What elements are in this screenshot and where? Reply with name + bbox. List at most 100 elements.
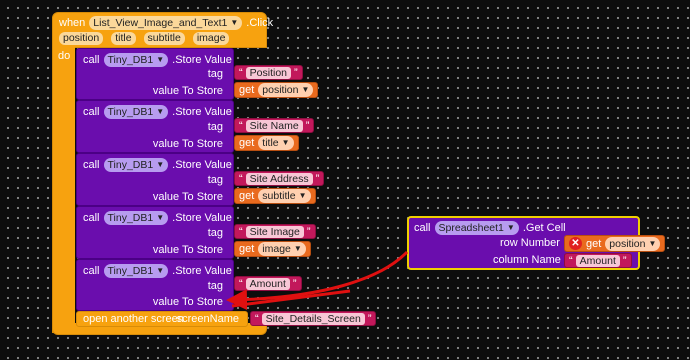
component-dropdown[interactable]: Tiny_DB1 ▼: [103, 105, 169, 119]
chevron-down-icon: ▼: [506, 223, 515, 232]
value-to-store-label: value To Store: [152, 191, 223, 203]
get-label: get: [239, 243, 255, 255]
value-to-store-label: value To Store: [152, 296, 223, 308]
variable-dropdown[interactable]: image ▼: [258, 242, 306, 256]
text-value[interactable]: Site Address: [245, 172, 313, 185]
annotation-arrow-line: [231, 289, 351, 308]
tag-label: tag: [207, 227, 223, 239]
call-label: call: [83, 106, 100, 118]
text-block-position[interactable]: “ Position ”: [234, 65, 303, 80]
text-block-amount[interactable]: “ Amount ”: [234, 276, 302, 291]
quote-icon: “: [239, 172, 243, 185]
method-label: .Store Value: [172, 106, 232, 118]
get-image-block[interactable]: get image ▼: [234, 241, 311, 257]
component-dropdown[interactable]: Tiny_DB1 ▼: [103, 211, 169, 225]
event-name: .Click: [246, 17, 274, 29]
quote-icon: “: [239, 66, 243, 79]
get-label: get: [586, 237, 602, 250]
chevron-down-icon: ▼: [156, 160, 165, 169]
screen-name-label: screenName: [176, 313, 239, 325]
get-position-block[interactable]: ✕ get position ▼: [564, 235, 666, 252]
when-label: when: [59, 17, 86, 29]
quote-icon: “: [239, 277, 243, 290]
store-value-block[interactable]: call Tiny_DB1 ▼ .Store Value tag value To…: [76, 153, 234, 206]
store-value-block[interactable]: call Tiny_DB1 ▼ .Store Value tag value To…: [76, 48, 234, 100]
do-label: do: [58, 50, 71, 62]
component-dropdown[interactable]: Tiny_DB1 ▼: [103, 264, 169, 278]
get-label: get: [239, 137, 255, 149]
text-value[interactable]: Position: [245, 66, 292, 79]
variable-dropdown[interactable]: title ▼: [258, 136, 294, 150]
text-block-screen-name[interactable]: “ Site_Details_Screen ”: [250, 311, 377, 326]
get-subtitle-block[interactable]: get subtitle ▼: [234, 188, 316, 204]
quote-icon: ”: [622, 254, 627, 267]
component-dropdown[interactable]: Tiny_DB1 ▼: [103, 158, 169, 172]
store-value-block[interactable]: call Tiny_DB1 ▼ .Store Value tag value To…: [76, 259, 234, 311]
param-image[interactable]: image: [192, 32, 230, 45]
method-label: .Store Value: [172, 212, 232, 224]
event-block-header[interactable]: when List_View_Image_and_Text1 ▼ .Click …: [52, 12, 273, 48]
column-name-label: column Name: [493, 254, 561, 266]
text-block-site-address[interactable]: “ Site Address ”: [234, 171, 325, 186]
variable-dropdown[interactable]: subtitle ▼: [258, 189, 311, 203]
call-label: call: [83, 159, 100, 171]
text-value[interactable]: Amount: [245, 277, 290, 290]
quote-icon: “: [239, 225, 243, 238]
variable-dropdown[interactable]: position ▼: [605, 236, 661, 251]
get-title-block[interactable]: get title ▼: [234, 135, 299, 151]
param-position[interactable]: position: [59, 32, 104, 45]
error-icon[interactable]: ✕: [569, 237, 582, 250]
quote-icon: ”: [305, 119, 310, 132]
get-label: get: [239, 190, 255, 202]
chevron-down-icon: ▼: [281, 138, 290, 147]
chevron-down-icon: ▼: [156, 266, 165, 275]
value-to-store-label: value To Store: [152, 244, 223, 256]
event-component-dropdown[interactable]: List_View_Image_and_Text1 ▼: [89, 16, 243, 30]
text-value[interactable]: Amount: [575, 254, 620, 267]
call-label: call: [83, 212, 100, 224]
method-label: .Store Value: [172, 265, 232, 277]
row-number-label: row Number: [500, 237, 560, 249]
text-value[interactable]: Site_Details_Screen: [261, 312, 365, 325]
chevron-down-icon: ▼: [156, 55, 165, 64]
chevron-down-icon: ▼: [293, 244, 302, 253]
component-dropdown[interactable]: Spreadsheet1 ▼: [434, 221, 519, 235]
tag-label: tag: [207, 68, 223, 80]
store-value-block[interactable]: call Tiny_DB1 ▼ .Store Value tag value To…: [76, 100, 234, 153]
text-value[interactable]: Site Image: [245, 225, 304, 238]
call-label: call: [414, 222, 431, 234]
variable-dropdown[interactable]: position ▼: [258, 83, 314, 97]
text-block-site-image[interactable]: “ Site Image ”: [234, 224, 316, 239]
tag-label: tag: [207, 174, 223, 186]
chevron-down-icon: ▼: [298, 191, 307, 200]
method-label: .Store Value: [172, 54, 232, 66]
get-position-block[interactable]: get position ▼: [234, 82, 319, 98]
value-to-store-label: value To Store: [152, 138, 223, 150]
method-label: .Get Cell: [522, 222, 566, 234]
quote-icon: “: [255, 312, 259, 325]
quote-icon: “: [239, 119, 243, 132]
open-another-screen-block[interactable]: open another screen screenName: [76, 311, 248, 327]
quote-icon: ”: [367, 312, 372, 325]
quote-icon: “: [569, 254, 573, 267]
quote-icon: ”: [292, 277, 297, 290]
text-value[interactable]: Site Name: [245, 119, 303, 132]
store-value-block[interactable]: call Tiny_DB1 ▼ .Store Value tag value To…: [76, 206, 234, 259]
component-dropdown[interactable]: Tiny_DB1 ▼: [103, 53, 169, 67]
tag-label: tag: [207, 280, 223, 292]
text-block-amount-column[interactable]: “ Amount ”: [564, 253, 632, 268]
call-label: call: [83, 54, 100, 66]
get-label: get: [239, 84, 255, 96]
tag-label: tag: [207, 121, 223, 133]
quote-icon: ”: [306, 225, 311, 238]
method-label: .Store Value: [172, 159, 232, 171]
chevron-down-icon: ▼: [156, 107, 165, 116]
call-label: call: [83, 265, 100, 277]
text-block-site-name[interactable]: “ Site Name ”: [234, 118, 315, 133]
param-subtitle[interactable]: subtitle: [143, 32, 185, 45]
chevron-down-icon: ▼: [648, 238, 657, 248]
chevron-down-icon: ▼: [156, 213, 165, 222]
event-block-body: do: [52, 47, 75, 333]
open-screen-label: open another screen: [83, 313, 184, 325]
param-title[interactable]: title: [111, 32, 136, 45]
